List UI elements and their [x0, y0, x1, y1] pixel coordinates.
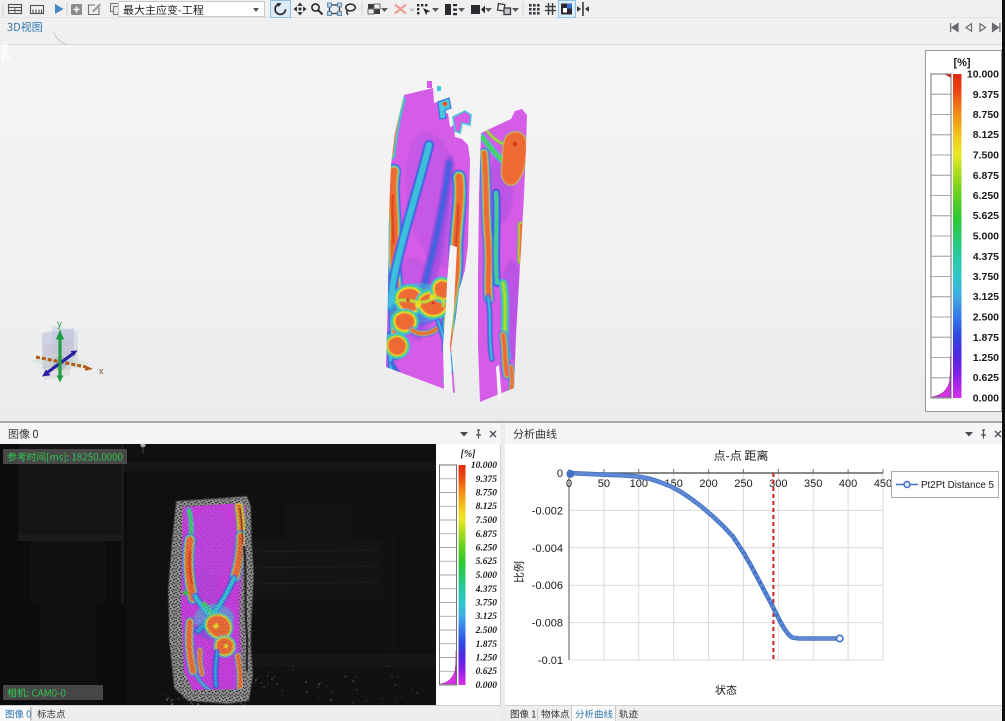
- svg-text:1.875: 1.875: [973, 332, 999, 344]
- svg-text:[%]: [%]: [461, 449, 477, 460]
- svg-text:1.250: 1.250: [476, 654, 498, 664]
- svg-text:5.000: 5.000: [973, 231, 999, 243]
- svg-text:Pt2Pt Distance 5: Pt2Pt Distance 5: [921, 480, 995, 491]
- svg-text:350: 350: [804, 478, 822, 490]
- svg-text:450: 450: [874, 478, 892, 490]
- svg-text:1.875: 1.875: [476, 640, 498, 650]
- svg-text:0: 0: [557, 468, 563, 480]
- svg-text:10.000: 10.000: [471, 461, 497, 471]
- svg-text:300: 300: [769, 478, 787, 490]
- svg-text:8.125: 8.125: [476, 502, 498, 512]
- svg-text:2.500: 2.500: [973, 312, 999, 324]
- svg-text:8.750: 8.750: [476, 489, 498, 499]
- svg-text:4.375: 4.375: [475, 585, 498, 595]
- svg-text:1.250: 1.250: [973, 352, 999, 364]
- svg-text:9.375: 9.375: [973, 89, 999, 101]
- svg-text:4.375: 4.375: [973, 251, 999, 263]
- svg-text:10.000: 10.000: [967, 69, 999, 81]
- svg-text:[%]: [%]: [953, 57, 970, 69]
- svg-text:2.500: 2.500: [475, 626, 498, 636]
- svg-text:6.250: 6.250: [973, 190, 999, 202]
- svg-text:x: x: [99, 366, 104, 376]
- svg-text:8.750: 8.750: [973, 109, 999, 121]
- svg-text:5.625: 5.625: [476, 557, 498, 567]
- svg-text:6.875: 6.875: [973, 170, 999, 182]
- svg-text:-0.01: -0.01: [538, 655, 563, 667]
- svg-text:8.125: 8.125: [973, 129, 999, 141]
- svg-text:-0.002: -0.002: [532, 505, 563, 517]
- svg-text:0: 0: [566, 478, 572, 490]
- svg-text:-0.008: -0.008: [532, 618, 563, 630]
- svg-text:-0.004: -0.004: [532, 543, 563, 555]
- svg-text:0.000: 0.000: [973, 393, 999, 405]
- svg-text:y: y: [57, 319, 62, 330]
- svg-text:3.125: 3.125: [973, 291, 999, 303]
- svg-text:6.875: 6.875: [476, 530, 498, 540]
- svg-text:3.125: 3.125: [475, 612, 498, 622]
- svg-text:0.000: 0.000: [476, 681, 498, 691]
- svg-text:5.000: 5.000: [476, 571, 498, 581]
- svg-text:6.250: 6.250: [476, 544, 498, 554]
- svg-text:7.500: 7.500: [476, 516, 498, 526]
- svg-text:3.750: 3.750: [475, 599, 498, 609]
- svg-text:250: 250: [734, 478, 752, 490]
- svg-text:400: 400: [839, 478, 857, 490]
- svg-text:0.625: 0.625: [476, 667, 498, 677]
- svg-text:200: 200: [699, 478, 717, 490]
- svg-text:-0.006: -0.006: [532, 580, 563, 592]
- svg-text:7.500: 7.500: [973, 150, 999, 162]
- svg-text:50: 50: [598, 478, 610, 490]
- svg-text:0.625: 0.625: [973, 372, 999, 384]
- svg-text:5.625: 5.625: [973, 210, 999, 222]
- svg-text:9.375: 9.375: [476, 475, 498, 485]
- svg-text:3.750: 3.750: [973, 271, 999, 283]
